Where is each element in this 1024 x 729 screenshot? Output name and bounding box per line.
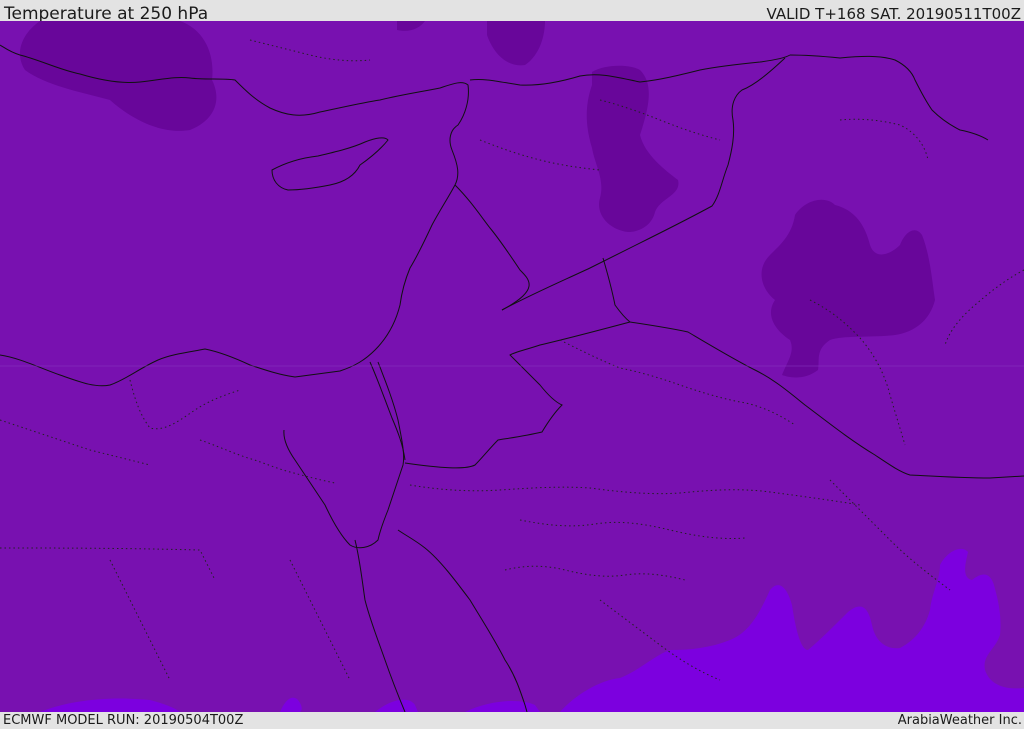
credit-label: ArabiaWeather Inc. xyxy=(897,713,1022,728)
weather-map xyxy=(0,21,1024,712)
model-run-label: ECMWF MODEL RUN: 20190504T00Z xyxy=(3,713,244,728)
